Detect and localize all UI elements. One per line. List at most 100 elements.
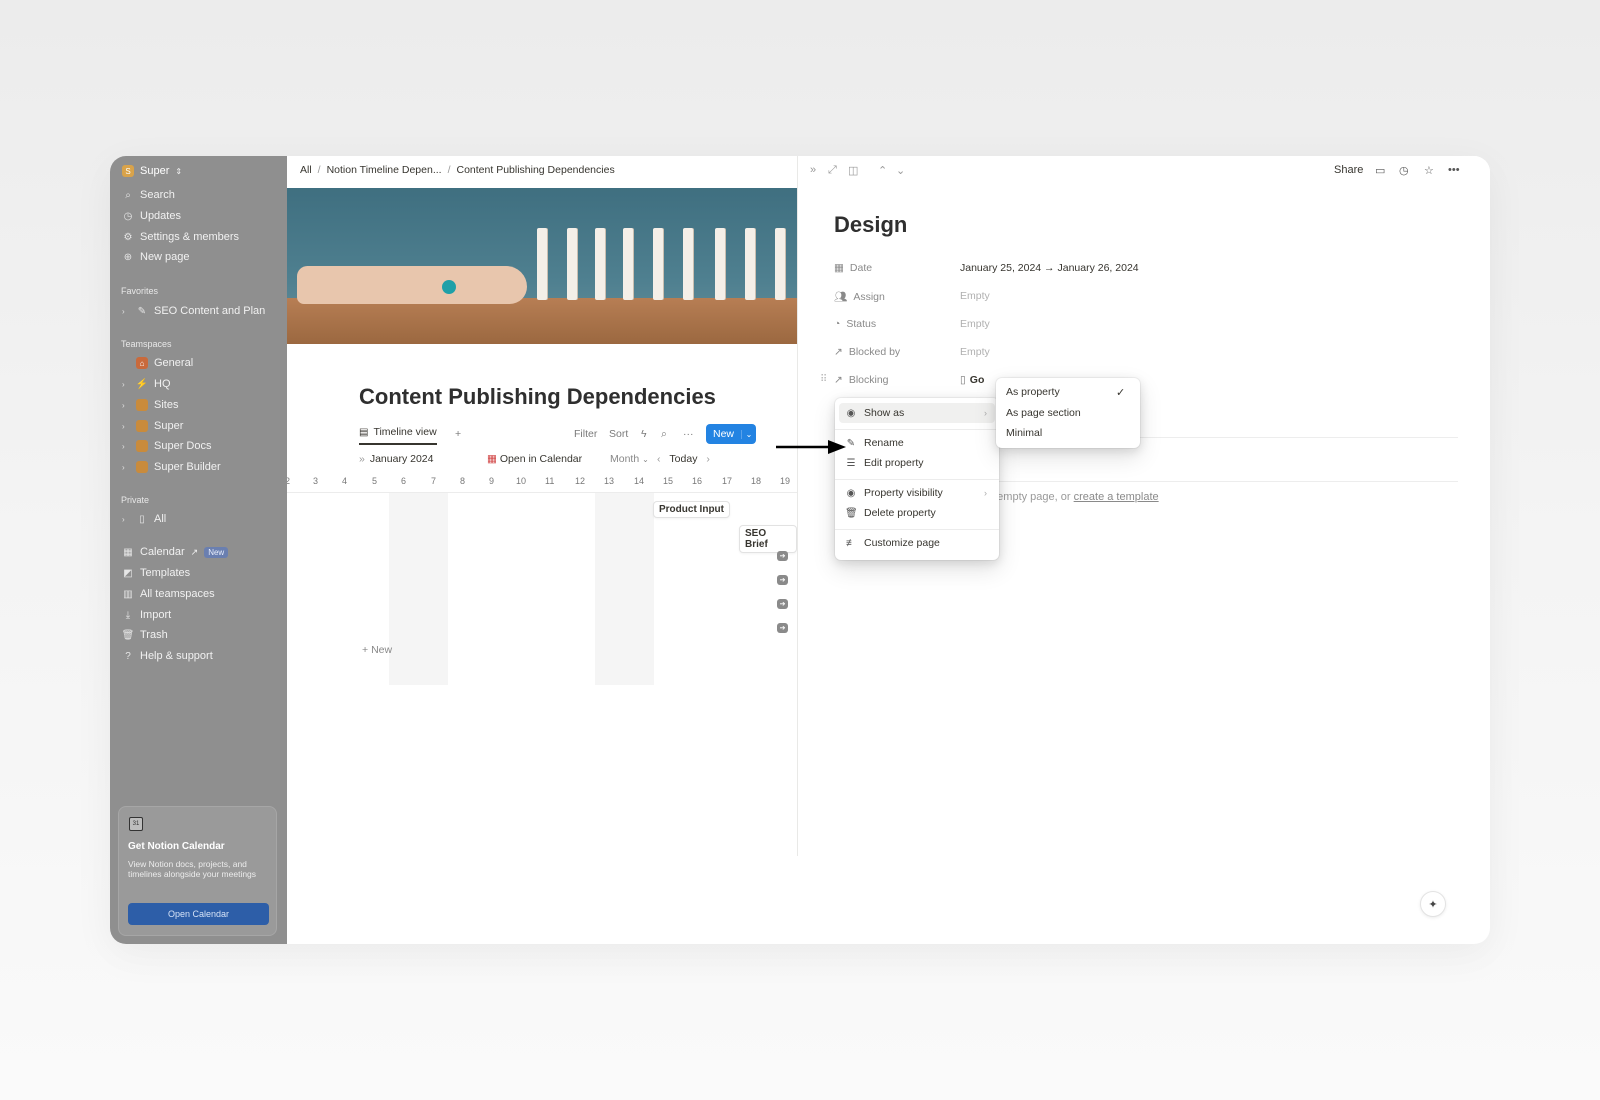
timeline-task[interactable]: Product Input — [653, 501, 730, 518]
submenu-item-minimal[interactable]: Minimal — [1006, 427, 1042, 439]
sidebar-item-templates[interactable]: ◩ Templates — [122, 564, 190, 582]
more-icon[interactable]: ··· — [683, 428, 694, 440]
add-new-row-button[interactable]: + New — [362, 644, 392, 656]
today-button[interactable]: Today — [669, 453, 697, 465]
property-name[interactable]: ◔ Status — [834, 318, 876, 330]
property-label: Blocked by — [848, 346, 901, 358]
sidebar-item-seo-content[interactable]: › ✎ SEO Content and Plan — [122, 302, 265, 320]
sidebar-item-super-docs[interactable]: › Super Docs — [122, 437, 211, 455]
open-in-calendar-button[interactable]: ▦ Open in Calendar — [487, 453, 582, 465]
sidebar-item-super-builder[interactable]: › Super Builder — [122, 458, 221, 476]
create-template-link[interactable]: create a template — [1074, 491, 1159, 503]
scale-select[interactable]: Month ⌄ — [610, 453, 649, 465]
menu-item-delete-property[interactable]: 🗑︎ Delete property — [839, 503, 995, 523]
chevron-right-icon: › — [122, 400, 125, 410]
people-icon: 👥︎ — [834, 291, 848, 303]
arrow-right-icon[interactable]: ➔ — [777, 575, 788, 585]
share-button[interactable]: Share — [1334, 164, 1363, 176]
sidebar-item-trash[interactable]: 🗑︎ Trash — [122, 626, 168, 644]
history-icon[interactable]: ◷ — [1399, 164, 1409, 177]
menu-item-edit-property[interactable]: ☰ Edit property — [839, 453, 995, 473]
menu-item-customize-page[interactable]: ≢ Customize page — [839, 533, 995, 553]
breadcrumb-item[interactable]: Notion Timeline Depen... — [327, 164, 442, 176]
expand-icon[interactable]: ⤢ — [828, 164, 837, 177]
property-value[interactable]: Empty — [960, 290, 990, 302]
menu-item-property-visibility[interactable]: ◉ Property visibility › — [839, 483, 995, 503]
drag-handle-icon[interactable]: ⠿ — [820, 374, 827, 385]
submenu-item-as-property[interactable]: As property — [1006, 386, 1060, 398]
property-value[interactable]: ▯ Go — [960, 374, 984, 386]
sidebar-item-calendar[interactable]: ▦ Calendar ↗ New — [122, 543, 229, 561]
sidebar-item-settings[interactable]: ⚙ Settings & members — [122, 228, 240, 246]
breadcrumb-item[interactable]: Content Publishing Dependencies — [457, 164, 615, 176]
add-new-label: New — [371, 644, 393, 656]
sidebar-item-general[interactable]: ⌂ General — [122, 354, 193, 372]
property-value[interactable]: Empty — [960, 318, 990, 330]
teamspace-icon — [136, 461, 148, 473]
lightning-icon[interactable]: ϟ — [641, 428, 647, 440]
chevron-right-icon: › — [122, 462, 125, 472]
property-value[interactable]: Empty — [960, 346, 990, 358]
day-label: 5 — [372, 476, 378, 486]
chevron-down-icon[interactable]: ⌄ — [741, 429, 756, 439]
sidebar-item-all[interactable]: › ▯ All — [122, 510, 166, 528]
sidebar-item-import[interactable]: ⤓ Import — [122, 606, 171, 624]
day-label: 19 — [780, 476, 791, 486]
relation-label: Go — [969, 374, 985, 386]
comment-icon[interactable]: ▭ — [1375, 164, 1385, 177]
chevron-down-icon[interactable]: ⌄ — [896, 164, 905, 177]
arrow-right-icon[interactable]: ➔ — [777, 599, 788, 609]
day-label: 2 — [287, 476, 291, 486]
menu-item-rename[interactable]: ✎ Rename — [839, 433, 995, 453]
chevron-right-icon[interactable]: › — [706, 453, 710, 465]
teamspaces-heading: Teamspaces — [121, 339, 172, 349]
timeline-task[interactable]: SEO Brief — [739, 525, 797, 553]
panel-mode-icon[interactable]: ◫ — [848, 164, 858, 177]
sidebar-item-label: Trash — [140, 629, 168, 641]
sidebar-item-all-teamspaces[interactable]: ▥ All teamspaces — [122, 585, 214, 603]
property-name[interactable]: ↗ Blocked by — [834, 346, 900, 358]
close-peek-icon[interactable]: » — [810, 164, 816, 176]
submenu-item-as-page-section[interactable]: As page section — [1006, 407, 1081, 419]
property-value[interactable]: January 25, 2024 → January 26, 2024 — [960, 262, 1139, 274]
eye-icon: ◉ — [846, 487, 856, 499]
chevron-right-icon: › — [984, 488, 987, 498]
more-icon[interactable]: ••• — [1448, 164, 1460, 176]
chevron-left-icon[interactable]: ‹ — [657, 453, 661, 465]
sidebar-item-search[interactable]: ⌕ Search — [122, 186, 175, 204]
workspace-switcher[interactable]: S Super ⇕ — [122, 162, 182, 180]
property-name[interactable]: ▦ Date — [834, 262, 872, 274]
filter-button[interactable]: Filter — [574, 428, 597, 440]
sidebar-item-label: Templates — [140, 567, 191, 579]
chevron-right-icon: › — [122, 306, 125, 316]
sidebar-item-help[interactable]: ? Help & support — [122, 647, 213, 665]
sidebar-item-super[interactable]: › Super — [122, 417, 183, 435]
open-calendar-button[interactable]: Open Calendar — [128, 903, 269, 925]
chevron-up-icon[interactable]: ⌃ — [878, 164, 887, 177]
tab-timeline-view[interactable]: ▤ Timeline view — [359, 426, 437, 445]
property-label: Date — [849, 262, 873, 274]
property-name[interactable]: 👥︎ Assign — [834, 290, 885, 304]
sidebar-item-updates[interactable]: ◷ Updates — [122, 207, 181, 225]
new-button[interactable]: New ⌄ — [706, 424, 756, 444]
breadcrumb-item[interactable]: All — [300, 164, 312, 176]
tab-label: Timeline view — [373, 426, 437, 438]
ai-sparkle-button[interactable]: ✦ — [1420, 891, 1446, 917]
sort-button[interactable]: Sort — [609, 428, 628, 440]
edit-page-icon: ✎ — [137, 305, 147, 317]
arrow-right-icon[interactable]: ➔ — [777, 551, 788, 561]
sidebar-item-new-page[interactable]: ⊕ New page — [122, 248, 190, 266]
collapse-icon[interactable]: » — [359, 453, 365, 465]
star-icon[interactable]: ☆ — [1424, 164, 1434, 177]
menu-item-label: Delete property — [864, 507, 936, 519]
add-view-icon[interactable]: + — [455, 428, 461, 440]
search-icon[interactable]: ⌕ — [661, 428, 667, 441]
property-name[interactable]: ↗ Blocking — [834, 374, 889, 386]
arrow-right-icon[interactable]: ➔ — [777, 623, 788, 633]
sidebar-item-hq[interactable]: › ⚡ HQ — [122, 375, 171, 393]
property-date: ▦ Date January 25, 2024 → January 26, 202… — [834, 262, 1234, 278]
sidebar-item-sites[interactable]: › Sites — [122, 396, 178, 414]
new-button-label: New — [713, 428, 735, 440]
menu-item-show-as[interactable]: ◉ Show as › — [839, 403, 995, 423]
page-title: Content Publishing Dependencies — [359, 384, 716, 409]
